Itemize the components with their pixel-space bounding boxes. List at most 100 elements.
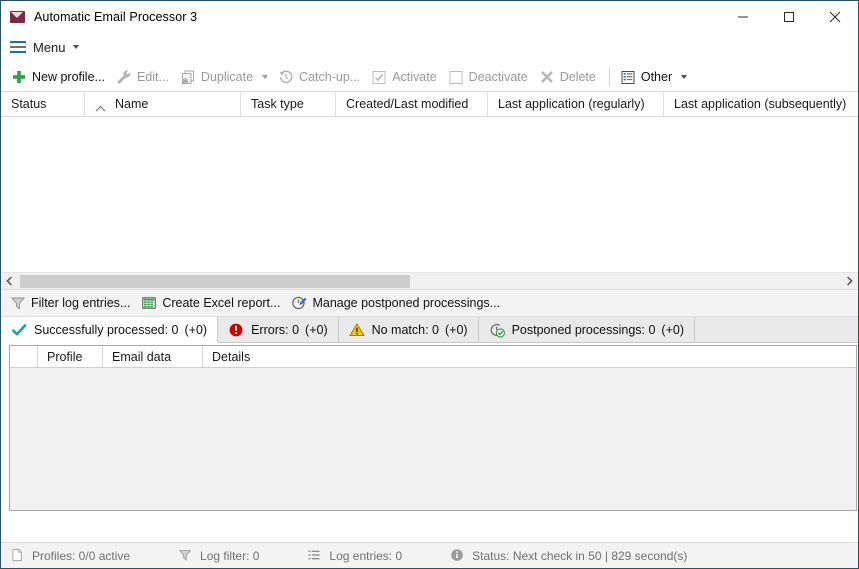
- catch-up-button[interactable]: Catch-up...: [274, 65, 367, 89]
- wrench-icon: [116, 69, 132, 85]
- scrollbar-thumb[interactable]: [20, 274, 410, 288]
- title-bar: Automatic Email Processor 3: [1, 1, 858, 32]
- list-lines-icon: [307, 548, 323, 564]
- statusbar-log-entries[interactable]: Log entries: 0: [307, 548, 402, 564]
- manage-postponed-processings-button[interactable]: Manage postponed processings...: [289, 292, 509, 314]
- tab-no-match-label: No match: 0: [371, 322, 439, 337]
- window-title: Automatic Email Processor 3: [34, 9, 198, 24]
- envelope-icon: [10, 9, 26, 25]
- sort-ascending-icon: [95, 101, 106, 111]
- tab-no-match[interactable]: No match: 0 (+0): [338, 317, 479, 342]
- column-header-created-last-modified[interactable]: Created/Last modified: [336, 91, 488, 117]
- new-profile-button[interactable]: New profile...: [7, 65, 112, 89]
- column-header-last-application-subsequently-label: Last application (subsequently): [674, 97, 847, 111]
- checkbox-checked-icon: [371, 69, 387, 85]
- history-icon: [278, 69, 294, 85]
- main-toolbar: New profile... Edit... Duplicate Catch-u…: [1, 62, 858, 92]
- delete-button[interactable]: Delete: [535, 65, 603, 89]
- checkbox-empty-icon: [448, 69, 464, 85]
- column-header-status[interactable]: Status: [1, 91, 85, 117]
- column-header-task-type[interactable]: Task type: [241, 91, 336, 117]
- catch-up-label: Catch-up...: [299, 69, 361, 84]
- duplicate-label: Duplicate: [200, 69, 254, 84]
- tab-postponed-processings[interactable]: Postponed processings: 0 (+0): [478, 317, 695, 342]
- funnel-icon: [10, 295, 26, 311]
- statusbar-log-filter[interactable]: Log filter: 0: [178, 548, 259, 564]
- other-button[interactable]: Other: [616, 65, 679, 89]
- other-dropdown-chevron-down-icon[interactable]: [681, 74, 688, 79]
- close-button[interactable]: [812, 1, 858, 32]
- plus-icon: [11, 69, 27, 85]
- postponed-icon: [489, 322, 505, 338]
- delete-label: Delete: [559, 69, 596, 84]
- log-grid-header: Profile Email data Details: [10, 346, 856, 368]
- tab-errors[interactable]: Errors: 0 (+0): [218, 317, 339, 342]
- statusbar-log-entries-label: Log entries: 0: [329, 548, 403, 563]
- log-column-header-email-data[interactable]: Email data: [103, 346, 203, 367]
- funnel-icon: [178, 548, 194, 564]
- deactivate-label: Deactivate: [468, 69, 528, 84]
- hamburger-icon[interactable]: [10, 41, 26, 53]
- warning-icon: [349, 322, 365, 338]
- manage-postponed-processings-label: Manage postponed processings...: [312, 296, 501, 310]
- column-header-created-last-modified-label: Created/Last modified: [346, 97, 469, 111]
- statusbar-status-label: Status: Next check in 50 | 829 second(s): [472, 548, 688, 563]
- tab-postponed-processings-delta: (+0): [661, 322, 684, 337]
- spreadsheet-icon: [141, 295, 157, 311]
- duplicate-button[interactable]: Duplicate: [176, 65, 260, 89]
- chevron-down-icon[interactable]: [72, 45, 79, 49]
- filter-log-entries-button[interactable]: Filter log entries...: [8, 292, 139, 314]
- list-icon: [620, 69, 636, 85]
- chevron-right-icon[interactable]: [841, 273, 858, 290]
- create-excel-report-button[interactable]: Create Excel report...: [139, 292, 289, 314]
- new-profile-label: New profile...: [32, 69, 105, 84]
- tabs-filler: [695, 317, 858, 342]
- column-header-name-label: Name: [115, 97, 149, 111]
- profiles-grid-body[interactable]: [1, 117, 858, 267]
- log-column-header-email-data-label: Email data: [112, 349, 172, 364]
- minimize-button[interactable]: [720, 1, 766, 32]
- maximize-button[interactable]: [766, 1, 812, 32]
- column-header-last-application-regularly[interactable]: Last application (regularly): [488, 91, 664, 117]
- log-grid-body[interactable]: [10, 368, 856, 510]
- statusbar-log-filter-label: Log filter: 0: [200, 548, 260, 563]
- statusbar-status[interactable]: Status: Next check in 50 | 829 second(s): [450, 548, 687, 564]
- tab-errors-delta: (+0): [305, 322, 328, 337]
- column-header-last-application-regularly-label: Last application (regularly): [498, 97, 645, 111]
- statusbar-profiles-label: Profiles: 0/0 active: [32, 548, 131, 563]
- edit-button[interactable]: Edit...: [112, 65, 176, 89]
- tab-postponed-processings-label: Postponed processings: 0: [511, 322, 656, 337]
- clock-pen-icon: [291, 295, 307, 311]
- statusbar-profiles[interactable]: Profiles: 0/0 active: [10, 548, 130, 564]
- create-excel-report-label: Create Excel report...: [162, 296, 281, 310]
- tab-successfully-processed-label: Successfully processed: 0: [34, 322, 179, 337]
- column-header-name[interactable]: Name: [85, 91, 241, 117]
- scrollbar-track[interactable]: [410, 273, 841, 290]
- other-label: Other: [640, 69, 673, 84]
- column-header-status-label: Status: [11, 97, 47, 111]
- log-column-header-details-label: Details: [212, 349, 251, 364]
- profiles-horizontal-scrollbar[interactable]: [1, 272, 858, 289]
- tab-errors-label: Errors: 0: [251, 322, 300, 337]
- deactivate-button[interactable]: Deactivate: [444, 65, 535, 89]
- menu-strip: Menu: [1, 32, 858, 62]
- document-icon: [10, 548, 26, 564]
- profiles-grid-header: Status Name Task type Created/Last modif…: [1, 91, 858, 117]
- chevron-left-icon[interactable]: [1, 273, 18, 290]
- status-bar: Profiles: 0/0 active Log filter: 0 Log e…: [1, 542, 858, 568]
- copy-icon: [180, 69, 196, 85]
- log-column-header-details[interactable]: Details: [203, 346, 856, 367]
- log-column-header-indicator[interactable]: [10, 346, 38, 367]
- log-toolbar: Filter log entries... Create Excel repor…: [1, 289, 858, 316]
- window-controls: [720, 1, 858, 32]
- tab-successfully-processed-delta: (+0): [184, 322, 208, 337]
- tab-successfully-processed[interactable]: Successfully processed: 0 (+0): [1, 317, 219, 343]
- log-column-header-profile[interactable]: Profile: [38, 346, 103, 367]
- log-entries-pane: Profile Email data Details: [1, 343, 858, 513]
- error-icon: [228, 322, 244, 338]
- duplicate-dropdown-chevron-down-icon[interactable]: [262, 74, 269, 79]
- menu-button-label[interactable]: Menu: [33, 40, 66, 55]
- tab-no-match-delta: (+0): [445, 322, 468, 337]
- activate-button[interactable]: Activate: [367, 65, 443, 89]
- column-header-last-application-subsequently[interactable]: Last application (subsequently): [664, 92, 858, 117]
